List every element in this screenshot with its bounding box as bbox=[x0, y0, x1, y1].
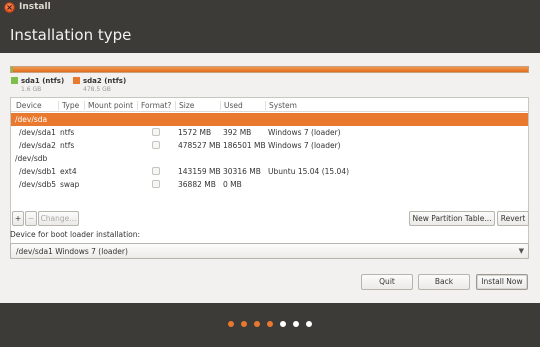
used-cell: 186501 MB bbox=[223, 141, 266, 150]
add-partition-button[interactable]: + bbox=[12, 211, 24, 226]
close-icon[interactable]: × bbox=[4, 2, 15, 13]
disk-usage-bar bbox=[10, 66, 529, 73]
main-content: sda1 (ntfs) 1.6 GB sda2 (ntfs) 478.5 GB … bbox=[0, 53, 540, 303]
legend-item-sda1: sda1 (ntfs) 1.6 GB bbox=[11, 77, 65, 93]
type-cell: ext4 bbox=[60, 167, 77, 176]
progress-dot bbox=[267, 321, 273, 327]
revert-button[interactable]: Revert bbox=[497, 211, 529, 226]
table-row[interactable]: /dev/sda1 ntfs 1572 MB 392 MB Windows 7 … bbox=[11, 126, 528, 139]
type-cell: ntfs bbox=[60, 141, 75, 150]
bootloader-label: Device for boot loader installation: bbox=[10, 230, 141, 239]
table-row[interactable]: /dev/sda bbox=[11, 113, 528, 126]
device-cell: /dev/sda2 bbox=[19, 141, 56, 150]
back-button[interactable]: Back bbox=[418, 274, 470, 290]
window-title: Install bbox=[19, 2, 51, 12]
table-header: Device Type Mount point Format? Size Use… bbox=[11, 98, 528, 112]
legend-swatch bbox=[73, 77, 80, 84]
legend-name: sda1 (ntfs) bbox=[21, 77, 65, 85]
column-header-type[interactable]: Type bbox=[58, 101, 79, 110]
device-cell: /dev/sdb5 bbox=[19, 180, 57, 189]
table-row[interactable]: /dev/sdb1 ext4 143159 MB 30316 MB Ubuntu… bbox=[11, 165, 528, 178]
system-cell: Ubuntu 15.04 (15.04) bbox=[268, 167, 350, 176]
chevron-down-icon: ▼ bbox=[518, 247, 524, 255]
type-cell: swap bbox=[60, 180, 80, 189]
table-row[interactable]: /dev/sdb5 swap 36882 MB 0 MB bbox=[11, 178, 528, 191]
column-header-format[interactable]: Format? bbox=[137, 101, 171, 110]
column-header-mount-point[interactable]: Mount point bbox=[84, 101, 133, 110]
install-now-button[interactable]: Install Now bbox=[476, 274, 528, 290]
usage-segment-sda1 bbox=[11, 67, 13, 72]
title-bar: × Install bbox=[0, 0, 540, 16]
change-partition-button[interactable]: Change... bbox=[38, 211, 79, 226]
format-checkbox[interactable] bbox=[152, 167, 160, 175]
used-cell: 30316 MB bbox=[223, 167, 261, 176]
format-checkbox[interactable] bbox=[152, 180, 160, 188]
column-header-device[interactable]: Device bbox=[16, 101, 42, 110]
legend-size: 478.5 GB bbox=[83, 86, 111, 93]
legend-size: 1.6 GB bbox=[21, 86, 42, 93]
used-cell: 0 MB bbox=[223, 180, 242, 189]
device-cell: /dev/sda bbox=[15, 115, 48, 124]
table-row[interactable]: /dev/sda2 ntfs 478527 MB 186501 MB Windo… bbox=[11, 139, 528, 152]
bootloader-device-select[interactable]: /dev/sda1 Windows 7 (loader) ▼ bbox=[10, 243, 529, 259]
progress-dot bbox=[280, 321, 286, 327]
size-cell: 36882 MB bbox=[178, 180, 216, 189]
progress-dot bbox=[306, 321, 312, 327]
new-partition-table-button[interactable]: New Partition Table... bbox=[409, 211, 495, 226]
size-cell: 1572 MB bbox=[178, 128, 212, 137]
column-header-size[interactable]: Size bbox=[175, 101, 194, 110]
legend-name: sda2 (ntfs) bbox=[83, 77, 127, 85]
progress-dot bbox=[228, 321, 234, 327]
page-header: Installation type bbox=[0, 16, 540, 53]
bootloader-selected-value: /dev/sda1 Windows 7 (loader) bbox=[16, 247, 128, 256]
page-title: Installation type bbox=[10, 26, 132, 44]
column-header-used[interactable]: Used bbox=[220, 101, 243, 110]
table-row[interactable]: /dev/sdb bbox=[11, 152, 528, 165]
size-cell: 143159 MB bbox=[178, 167, 221, 176]
device-cell: /dev/sda1 bbox=[19, 128, 56, 137]
column-header-system[interactable]: System bbox=[265, 101, 297, 110]
device-cell: /dev/sdb bbox=[15, 154, 48, 163]
legend-swatch bbox=[11, 77, 18, 84]
footer bbox=[0, 303, 540, 347]
progress-dot bbox=[241, 321, 247, 327]
remove-partition-button[interactable]: − bbox=[25, 211, 37, 226]
type-cell: ntfs bbox=[60, 128, 75, 137]
size-cell: 478527 MB bbox=[178, 141, 221, 150]
used-cell: 392 MB bbox=[223, 128, 252, 137]
progress-dot bbox=[254, 321, 260, 327]
system-cell: Windows 7 (loader) bbox=[268, 141, 341, 150]
device-cell: /dev/sdb1 bbox=[19, 167, 57, 176]
legend-item-sda2: sda2 (ntfs) 478.5 GB bbox=[73, 77, 127, 93]
progress-dot bbox=[293, 321, 299, 327]
format-checkbox[interactable] bbox=[152, 141, 160, 149]
system-cell: Windows 7 (loader) bbox=[268, 128, 341, 137]
quit-button[interactable]: Quit bbox=[361, 274, 413, 290]
format-checkbox[interactable] bbox=[152, 128, 160, 136]
